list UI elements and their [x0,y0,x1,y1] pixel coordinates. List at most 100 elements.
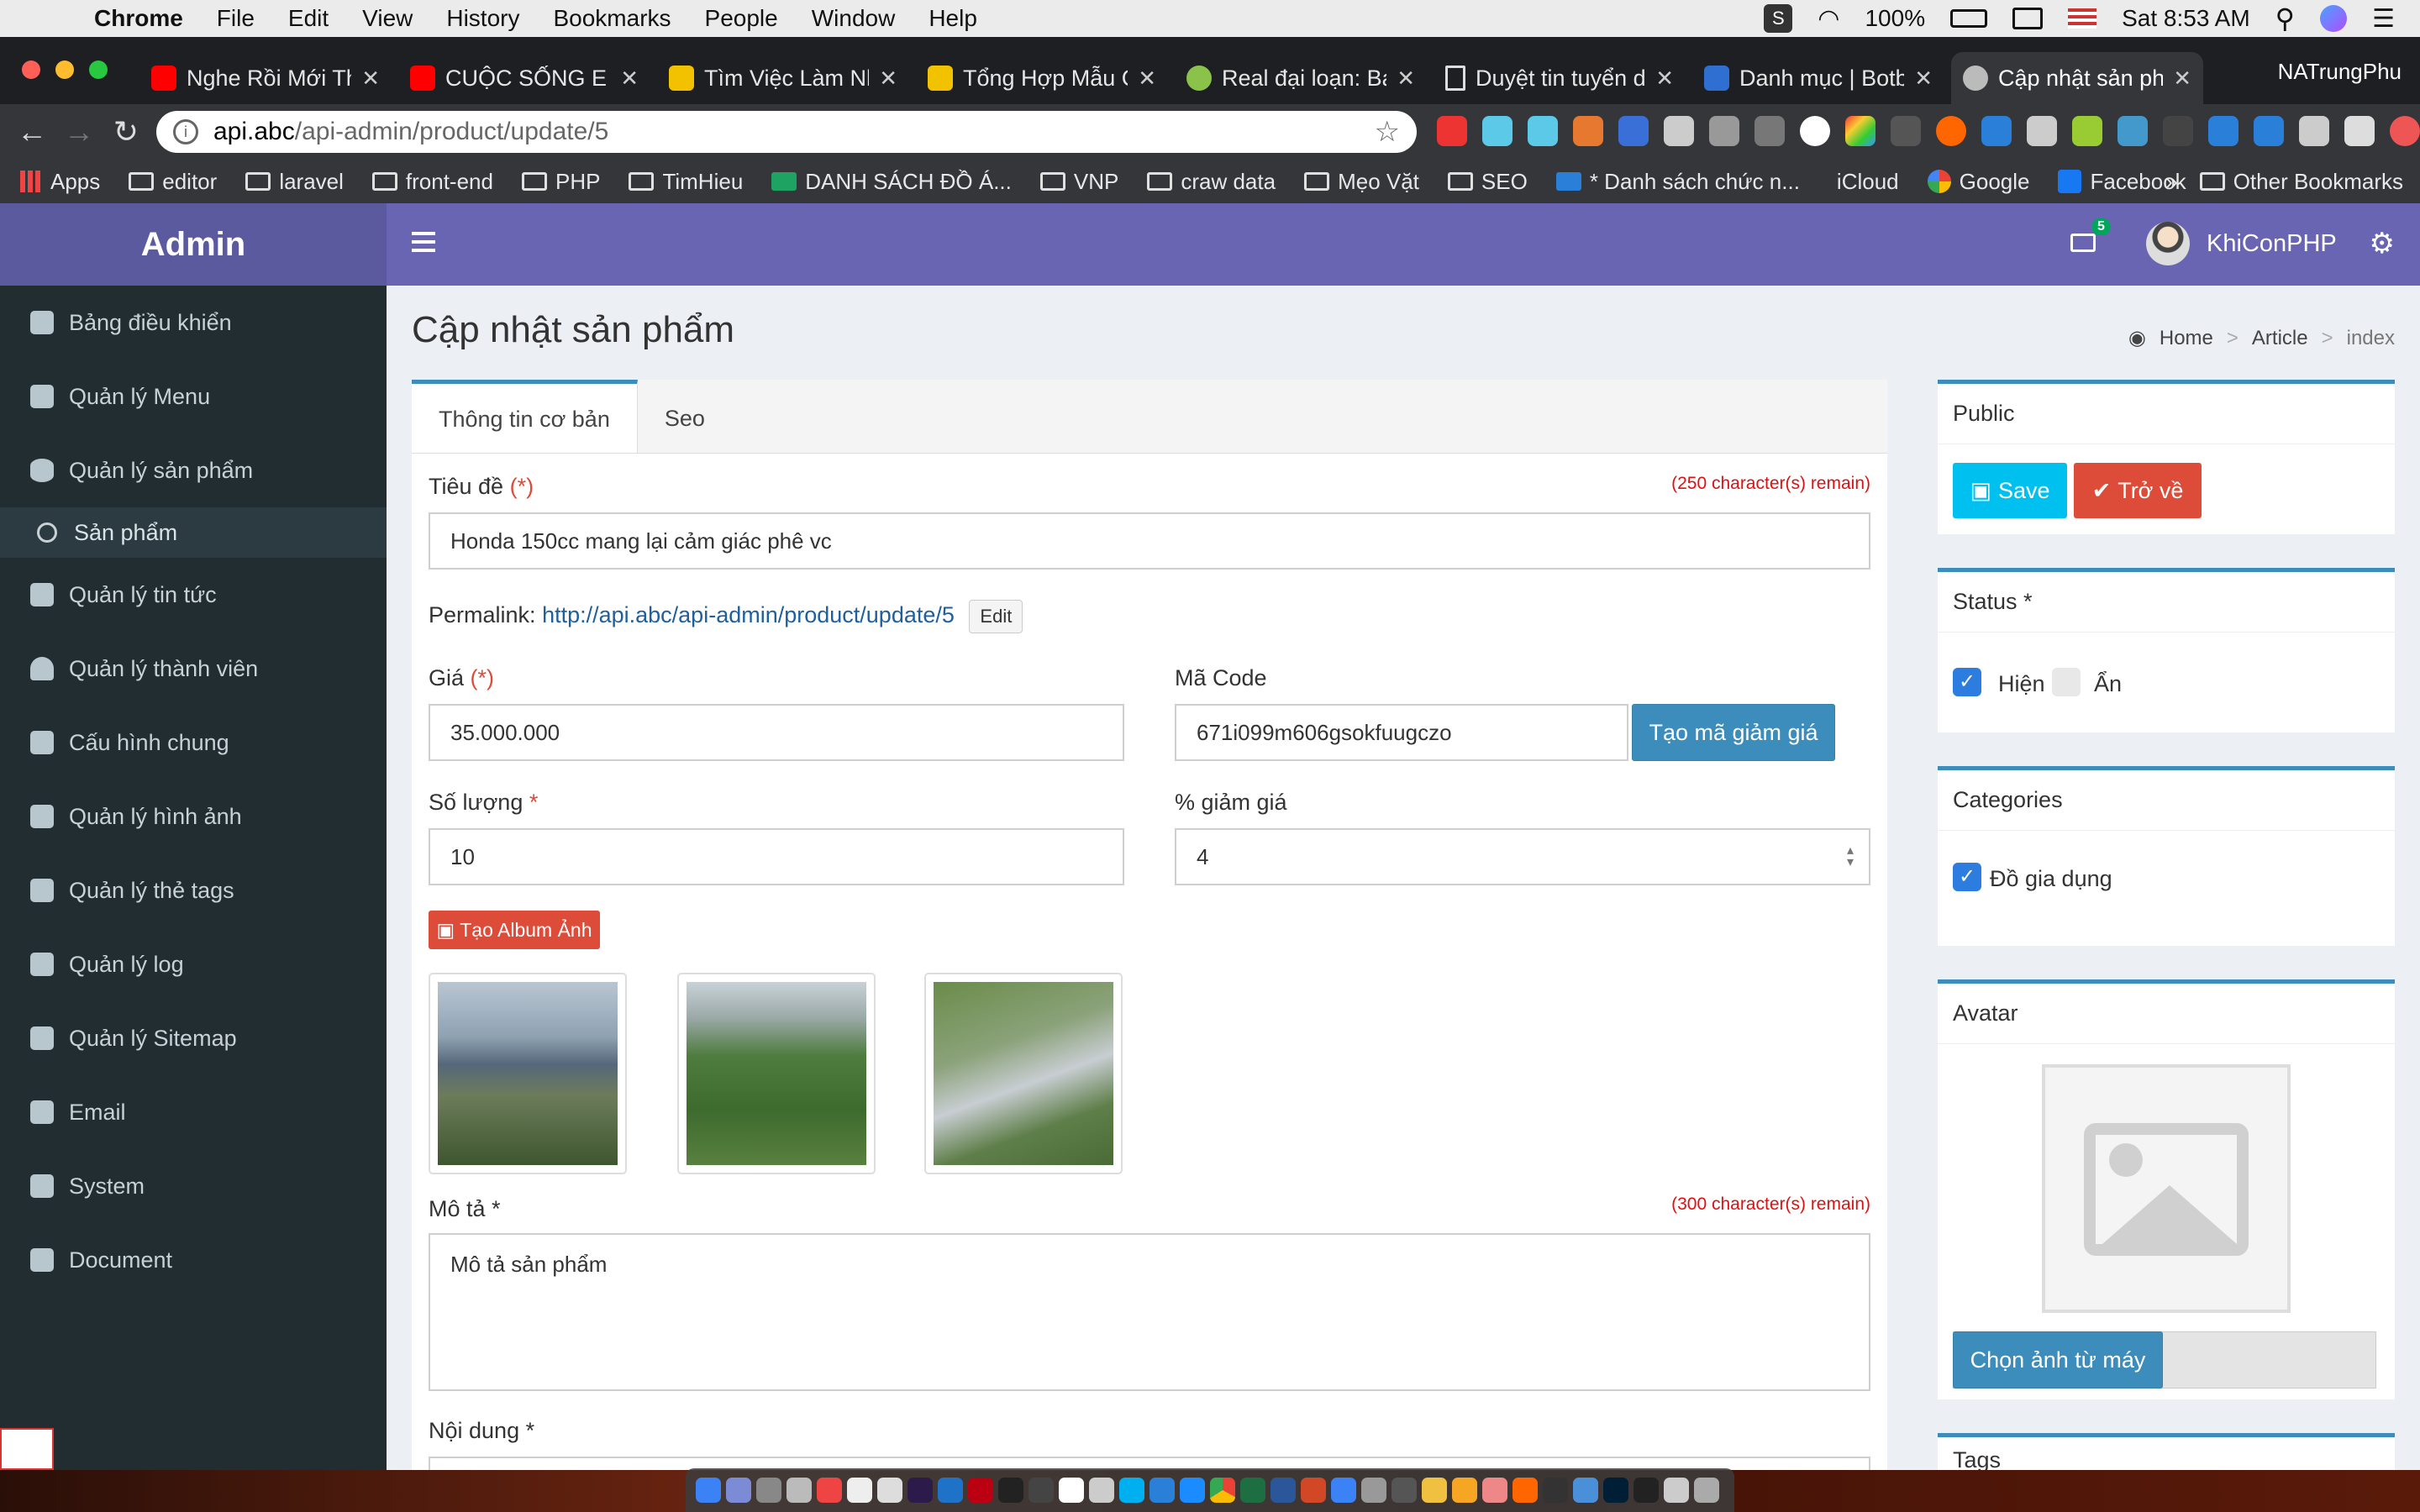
menu-history[interactable]: History [446,5,519,32]
close-window-icon[interactable] [22,60,40,79]
extension-icon[interactable] [2344,116,2375,146]
app-icon[interactable] [1089,1478,1114,1503]
discount-percent-stepper[interactable]: 4 ▴ ▾ [1175,828,1870,885]
back-icon[interactable]: ← [8,114,55,150]
close-tab-icon[interactable]: ✕ [1655,66,1674,92]
bookmark-apps[interactable]: Apps [20,169,100,195]
firefox-icon[interactable] [1512,1478,1538,1503]
sidebar-item-menu[interactable]: Quản lý Menu [0,360,387,433]
extension-icon[interactable] [1709,116,1739,146]
sidebar-item-tags[interactable]: Quản lý thẻ tags [0,853,387,927]
close-tab-icon[interactable]: ✕ [1914,66,1933,92]
trash-icon[interactable] [1694,1478,1719,1503]
vscode-icon[interactable] [938,1478,963,1503]
react-icon[interactable] [1482,116,1512,146]
bookmark-folder[interactable]: SEO [1447,169,1528,195]
permalink-link[interactable]: http://api.abc/api-admin/product/update/… [542,602,955,627]
chart-icon[interactable] [2118,116,2148,146]
tab-basic-info[interactable]: Thông tin cơ bản [412,380,638,453]
album-thumbnail[interactable] [677,973,876,1174]
stepper-arrows-icon[interactable]: ▴ ▾ [1847,844,1854,869]
address-bar[interactable]: i api.abc/api-admin/product/update/5 ☆ [156,111,1417,153]
spotlight-icon[interactable]: ⚲ [2275,3,2295,34]
other-bookmarks[interactable]: » Other Bookmarks [2165,169,2403,195]
create-album-button[interactable]: ▣ Tạo Album Ảnh [429,911,600,949]
terminal-icon[interactable] [998,1478,1023,1503]
price-input[interactable]: 35.000.000 [429,704,1124,761]
sketch-icon[interactable] [1452,1478,1477,1503]
flag-icon[interactable] [2068,8,2097,29]
wifi-icon[interactable]: ◠ [1818,4,1839,34]
extension-icon[interactable] [2208,116,2238,146]
menu-edit[interactable]: Edit [288,5,329,32]
extension-icon[interactable] [2299,116,2329,146]
generate-code-button[interactable]: Tạo mã giảm giá [1632,704,1835,761]
calendar-icon[interactable] [817,1478,842,1503]
menubar-app-name[interactable]: Chrome [94,5,183,32]
choose-image-button[interactable]: Chọn ảnh từ máy [1953,1331,2163,1389]
phpstorm-icon[interactable] [908,1478,933,1503]
downloads-icon[interactable] [1664,1478,1689,1503]
notes-icon[interactable] [847,1478,872,1503]
edit-permalink-button[interactable]: Edit [969,600,1023,633]
admin-logo[interactable]: Admin [0,203,387,286]
more-bookmarks-chevron[interactable]: » [2165,169,2177,195]
finder-icon[interactable] [696,1478,721,1503]
extension-icon[interactable] [2390,116,2420,146]
sidebar-item-products[interactable]: Quản lý sản phẩm [0,433,387,507]
chrome-icon[interactable] [1210,1478,1235,1503]
app-icon[interactable] [786,1478,812,1503]
description-textarea[interactable]: Mô tả sản phẩm [429,1233,1870,1391]
status-hide-checkbox[interactable] [2052,668,2081,696]
bookmark-folder[interactable]: Mẹo Vặt [1304,169,1419,195]
airplay-icon[interactable] [2012,8,2044,29]
menu-help[interactable]: Help [929,5,977,32]
bookmark-folder[interactable]: VNP [1039,169,1118,195]
skype-icon[interactable]: S [1764,4,1793,33]
camera-icon[interactable] [1664,116,1694,146]
gear-icon[interactable] [2027,116,2057,146]
bookmark-trello[interactable]: * Danh sách chức n... [1555,169,1800,195]
app-icon[interactable] [1150,1478,1175,1503]
quantity-input[interactable]: 10 [429,828,1124,885]
browser-tab[interactable]: Real đại loạn: Bal ✕ [1175,52,1427,104]
app-icon[interactable] [1573,1478,1598,1503]
sidebar-item-sitemap[interactable]: Quản lý Sitemap [0,1001,387,1075]
color-picker-icon[interactable] [1845,116,1876,146]
extension-icon[interactable] [1573,116,1603,146]
close-tab-icon[interactable]: ✕ [1138,66,1156,92]
app-icon[interactable] [1482,1478,1507,1503]
browser-tab[interactable]: Tổng Hợp Mẫu C ✕ [916,52,1168,104]
app-icon[interactable] [1028,1478,1054,1503]
app-icon[interactable] [1422,1478,1447,1503]
menu-people[interactable]: People [705,5,778,32]
siri-icon[interactable] [726,1478,751,1503]
tab-seo[interactable]: Seo [638,380,732,453]
menu-toggle-icon[interactable] [412,232,435,252]
excel-icon[interactable] [1240,1478,1265,1503]
bookmark-folder[interactable]: craw data [1147,169,1276,195]
bookmark-star-icon[interactable]: ☆ [1375,115,1400,149]
sidebar-item-config[interactable]: Cấu hình chung [0,706,387,780]
sidebar-item-email[interactable]: Email [0,1075,387,1149]
reload-icon[interactable]: ↻ [103,114,150,150]
maximize-window-icon[interactable] [89,60,108,79]
react-icon[interactable] [1528,116,1558,146]
sidebar-item-system[interactable]: System [0,1149,387,1223]
activity-monitor-icon[interactable] [1634,1478,1659,1503]
album-thumbnail[interactable] [924,973,1123,1174]
app-icon[interactable] [1543,1478,1568,1503]
app-icon[interactable] [1392,1478,1417,1503]
safari-icon[interactable] [1180,1478,1205,1503]
close-tab-icon[interactable]: ✕ [361,66,380,92]
user-name[interactable]: KhiConPHP [2207,230,2337,258]
breadcrumb-article[interactable]: Article [2252,327,2308,350]
browser-tab[interactable]: Tìm Việc Làm Nh ✕ [657,52,909,104]
bookmark-sheet[interactable]: DANH SÁCH ĐỒ Á... [771,169,1012,195]
function-icon[interactable] [2163,116,2193,146]
info-icon[interactable]: i [173,119,198,144]
close-tab-icon[interactable]: ✕ [2173,66,2191,92]
browser-tab[interactable]: Duyệt tin tuyển d ✕ [1434,52,1686,104]
battery-icon[interactable] [1950,9,1988,28]
extension-icon[interactable] [1936,116,1966,146]
